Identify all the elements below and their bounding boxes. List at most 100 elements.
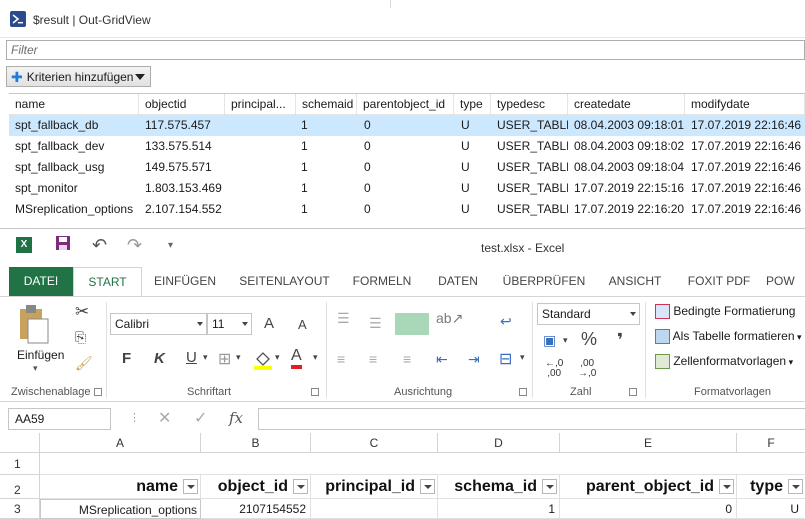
chevron-down-icon[interactable]: ▾ [275, 352, 280, 363]
font-color-button[interactable]: A [291, 347, 302, 369]
column-header-parentobject[interactable]: parentobject_id [357, 94, 454, 115]
cut-icon[interactable]: ✂ [75, 302, 89, 322]
increase-decimal-button[interactable]: ←,0 ,00 [545, 359, 563, 379]
wrap-text-icon[interactable]: ↩ [500, 313, 512, 330]
paste-icon[interactable] [14, 305, 60, 344]
percent-button[interactable]: % [581, 329, 597, 350]
column-header-name[interactable]: name [9, 94, 139, 115]
filter-dropdown-icon[interactable] [420, 479, 435, 494]
table-header-principal-id[interactable]: principal_id [311, 475, 438, 499]
conditional-formatting-button[interactable]: Bedingte Formatierung [655, 304, 805, 324]
column-header-type[interactable]: type [454, 94, 491, 115]
tab-power[interactable]: POW [766, 267, 805, 296]
chevron-down-icon[interactable]: ▾ [203, 352, 208, 363]
cell-f3[interactable]: U [737, 499, 805, 519]
bold-button[interactable]: F [122, 350, 131, 367]
merge-cells-icon[interactable]: ⊟ [499, 349, 512, 369]
empty-row[interactable] [40, 453, 805, 475]
cancel-icon[interactable]: ✕ [158, 408, 171, 428]
save-icon[interactable] [55, 235, 71, 256]
orientation-icon[interactable]: ab↗ [436, 310, 463, 327]
tab-page-layout[interactable]: SEITENLAYOUT [233, 267, 336, 296]
align-bottom-icon[interactable] [395, 313, 429, 335]
row-header-2[interactable]: 2 [0, 475, 40, 499]
formula-input[interactable] [258, 408, 805, 430]
number-format-combo[interactable]: Standard [537, 303, 640, 325]
column-header-c[interactable]: C [311, 433, 438, 453]
filter-dropdown-icon[interactable] [719, 479, 734, 494]
insert-function-button[interactable]: fx [229, 409, 243, 427]
chevron-down-icon[interactable]: ▾ [520, 352, 525, 363]
underline-button[interactable]: U [186, 349, 197, 366]
column-header-typedesc[interactable]: typedesc [491, 94, 568, 115]
cell-b3[interactable]: 2107154552 [201, 499, 311, 519]
filter-dropdown-icon[interactable] [788, 479, 803, 494]
add-criteria-button[interactable]: ✚ Kriterien hinzufügen [6, 66, 151, 87]
customize-toolbar-icon[interactable]: ▾ [168, 240, 173, 251]
column-header-f[interactable]: F [737, 433, 805, 453]
font-size-combo[interactable]: 11 [207, 313, 252, 335]
tab-review[interactable]: ÜBERPRÜFEN [498, 267, 590, 296]
tab-file[interactable]: DATEI [9, 267, 73, 296]
table-header-schema-id[interactable]: schema_id [438, 475, 560, 499]
chevron-down-icon[interactable]: ▾ [236, 352, 241, 363]
italic-button[interactable]: K [154, 350, 165, 367]
paste-dropdown-icon[interactable]: ▾ [33, 363, 38, 374]
copy-icon[interactable]: ⎘ [75, 329, 86, 346]
column-header-objectid[interactable]: objectid [139, 94, 225, 115]
filter-dropdown-icon[interactable] [293, 479, 308, 494]
paste-label[interactable]: Einfügen [17, 348, 64, 362]
tab-insert[interactable]: EINFÜGEN [146, 267, 224, 296]
undo-icon[interactable]: ↶ [92, 235, 107, 256]
redo-icon[interactable]: ↷ [127, 235, 142, 256]
name-box[interactable]: AA59 [8, 408, 111, 430]
format-painter-icon[interactable]: 🖌 [75, 355, 93, 372]
column-header-principal[interactable]: principal... [225, 94, 296, 115]
column-header-b[interactable]: B [201, 433, 311, 453]
clipboard-launcher-icon[interactable] [94, 388, 102, 396]
column-header-schemaid[interactable]: schemaid [296, 94, 357, 115]
cell-styles-button[interactable]: Zellenformatvorlagen ▾ [655, 354, 805, 374]
grid-row[interactable]: MSreplication_options 2.107.154.552 1 0 … [9, 199, 805, 220]
tab-data[interactable]: DATEN [428, 267, 488, 296]
cell-c3[interactable] [311, 499, 438, 519]
filter-field[interactable] [6, 40, 805, 60]
table-header-type[interactable]: type [737, 475, 805, 499]
tab-formulas[interactable]: FORMELN [345, 267, 419, 296]
filter-dropdown-icon[interactable] [183, 479, 198, 494]
select-all-corner[interactable] [0, 433, 40, 453]
grid-row[interactable]: spt_monitor 1.803.153.469 1 0 U USER_TAB… [9, 178, 805, 199]
align-left-icon[interactable]: ≡ [337, 351, 345, 367]
font-launcher-icon[interactable] [311, 388, 319, 396]
grid-row[interactable]: spt_fallback_dev 133.575.514 1 0 U USER_… [9, 136, 805, 157]
filter-dropdown-icon[interactable] [542, 479, 557, 494]
increase-indent-icon[interactable]: ⇥ [468, 351, 480, 368]
table-header-object-id[interactable]: object_id [201, 475, 311, 499]
table-header-parent-object-id[interactable]: parent_object_id [560, 475, 737, 499]
decrease-decimal-button[interactable]: ,00 →,0 [578, 359, 596, 379]
align-right-icon[interactable]: ≡ [403, 351, 411, 367]
tab-start[interactable]: START [73, 267, 142, 297]
format-as-table-button[interactable]: Als Tabelle formatieren ▾ [655, 329, 805, 349]
shrink-font-button[interactable]: A [298, 317, 307, 332]
align-middle-icon[interactable]: ☰ [369, 315, 382, 332]
grid-row[interactable]: spt_fallback_usg 149.575.571 1 0 U USER_… [9, 157, 805, 178]
align-top-icon[interactable]: ☰ [337, 310, 350, 327]
cell-a3[interactable]: MSreplication_options [40, 499, 201, 519]
column-header-d[interactable]: D [438, 433, 560, 453]
grow-font-button[interactable]: A [264, 315, 274, 332]
column-header-a[interactable]: A [40, 433, 201, 453]
column-header-e[interactable]: E [560, 433, 737, 453]
enter-icon[interactable]: ✓ [194, 408, 207, 428]
cell-d3[interactable]: 1 [438, 499, 560, 519]
row-header-1[interactable]: 1 [0, 453, 40, 475]
number-launcher-icon[interactable] [629, 388, 637, 396]
row-header-3[interactable]: 3 [0, 499, 40, 519]
tab-view[interactable]: ANSICHT [600, 267, 670, 296]
decrease-indent-icon[interactable]: ⇤ [436, 351, 448, 368]
font-name-combo[interactable]: Calibri [110, 313, 207, 335]
chevron-down-icon[interactable]: ▾ [563, 335, 568, 346]
chevron-down-icon[interactable]: ▾ [313, 352, 318, 363]
filter-input[interactable] [7, 41, 804, 59]
alignment-launcher-icon[interactable] [519, 388, 527, 396]
